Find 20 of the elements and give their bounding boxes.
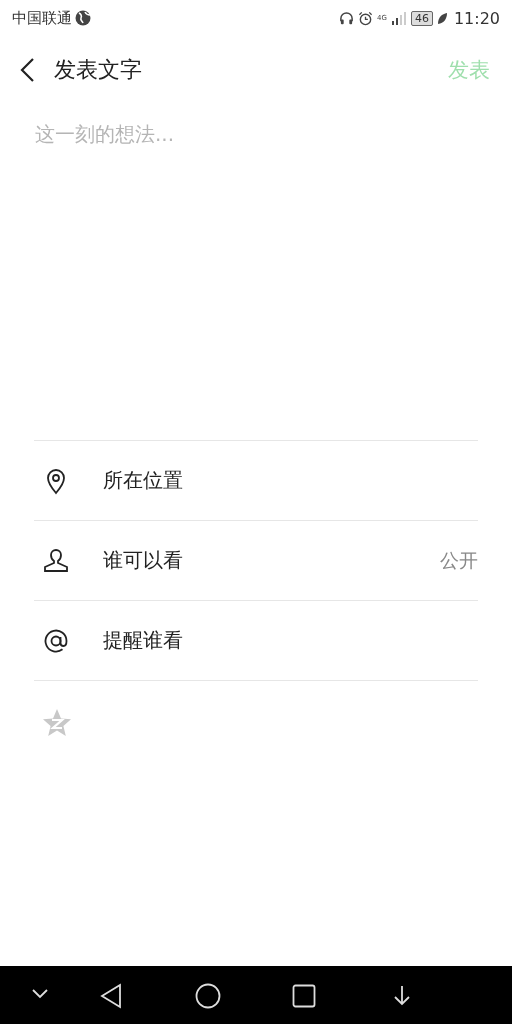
hide-keyboard-icon[interactable]	[31, 986, 49, 1000]
globe-icon	[75, 10, 91, 26]
option-label[interactable]: 谁可以看	[103, 547, 440, 574]
leaf-icon	[436, 11, 448, 25]
post-text-field[interactable]: 这一刻的想法...	[35, 122, 477, 146]
clock-time: 11:20	[453, 8, 500, 28]
page-title: 发表文字	[54, 56, 143, 84]
back-nav-icon[interactable]	[100, 983, 122, 1009]
signal-icon	[390, 11, 407, 25]
person-icon	[42, 546, 70, 575]
home-nav-icon[interactable]	[195, 983, 221, 1009]
option-label[interactable]: 所在位置	[103, 467, 478, 494]
option-label[interactable]: 提醒谁看	[103, 627, 478, 654]
star-icon[interactable]	[42, 708, 72, 738]
alarm-icon	[358, 10, 373, 26]
option-value: 公开	[440, 547, 478, 573]
headphones-icon	[339, 10, 354, 26]
carrier-name: 中国联通	[12, 8, 72, 28]
recents-nav-icon[interactable]	[292, 984, 316, 1008]
battery-level: 46	[410, 10, 433, 26]
